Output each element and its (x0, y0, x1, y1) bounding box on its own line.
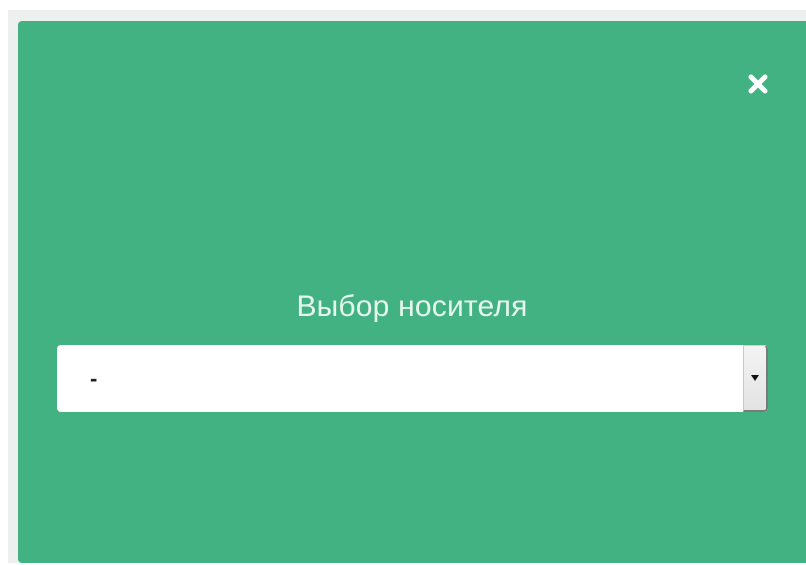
select-dropdown-button[interactable] (743, 345, 768, 412)
dialog-title: Выбор носителя (296, 290, 528, 323)
media-select-value: - (90, 366, 98, 391)
media-select[interactable]: - (57, 345, 768, 412)
chevron-down-icon (751, 375, 759, 381)
close-button[interactable] (745, 71, 771, 97)
close-icon (748, 74, 768, 94)
